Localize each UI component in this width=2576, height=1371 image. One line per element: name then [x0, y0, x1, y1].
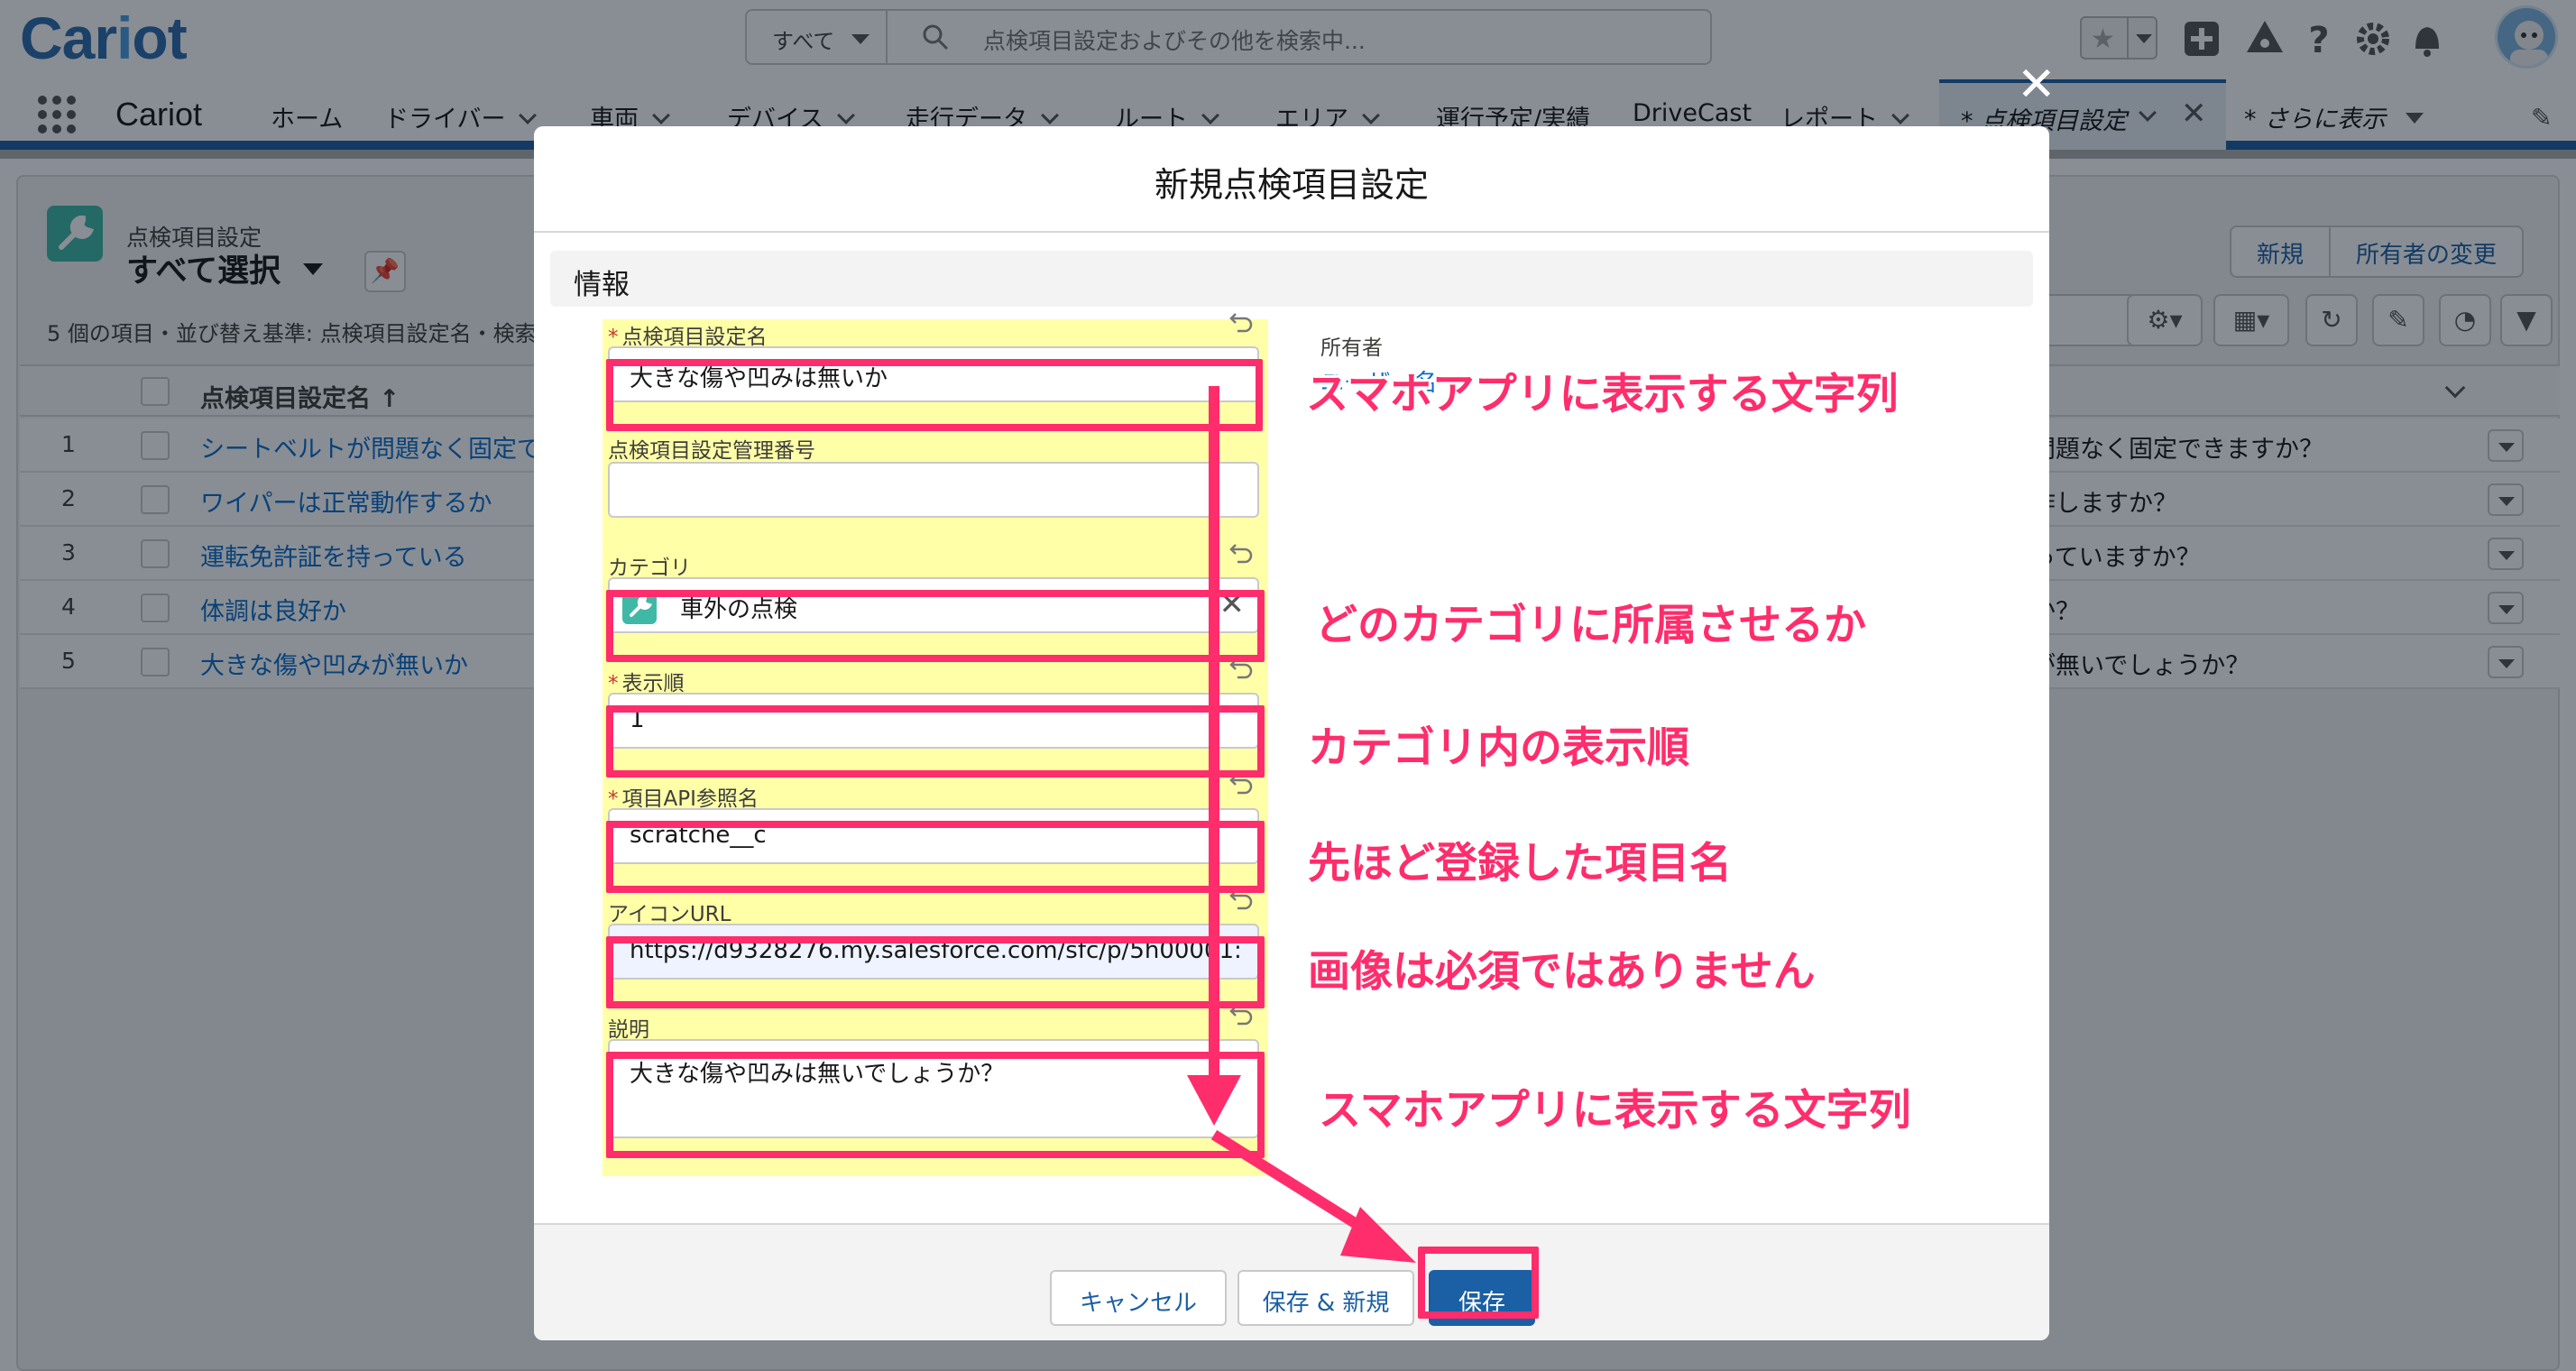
name-input[interactable]: 大きな傷や凹みは無いか	[608, 346, 1259, 402]
description-textarea[interactable]: 大きな傷や凹みは無いでしょうか？	[608, 1039, 1259, 1138]
close-modal-icon[interactable]: ✕	[2017, 61, 2056, 108]
annotation-name: スマホアプリに表示する文字列	[1306, 370, 1899, 419]
modal-title: 新規点検項目設定	[1154, 165, 1429, 205]
category-lookup[interactable]: 車外の点検 ✕	[608, 577, 1259, 633]
cancel-button[interactable]: キャンセル	[1050, 1270, 1227, 1326]
annotation-api-name: 先ほど登録した項目名	[1308, 839, 1732, 888]
annotation-order: カテゴリ内の表示順	[1308, 723, 1689, 773]
highlighted-field-column: * 点検項目設定名 大きな傷や凹みは無いか 点検項目設定管理番号 カテゴリ 車外の…	[603, 313, 1268, 1176]
save-button[interactable]: 保存	[1429, 1270, 1535, 1326]
order-input[interactable]: 1	[608, 693, 1259, 749]
field-label-order: * 表示順	[608, 666, 685, 696]
field-label-name: * 点検項目設定名	[608, 319, 768, 350]
category-value: 車外の点検	[680, 596, 798, 623]
section-title: 情報	[574, 269, 630, 301]
mgmt-no-input[interactable]	[608, 462, 1259, 518]
field-label-mgmt-no: 点検項目設定管理番号	[608, 439, 815, 463]
field-label-description: 説明	[608, 1018, 649, 1042]
save-and-new-button[interactable]: 保存 & 新規	[1237, 1270, 1414, 1326]
api-name-input[interactable]: scratche__c	[608, 808, 1259, 864]
annotation-description: スマホアプリに表示する文字列	[1319, 1086, 1911, 1136]
modal-footer: キャンセル 保存 & 新規 保存	[534, 1223, 2049, 1340]
undo-icon[interactable]	[1228, 772, 1256, 796]
annotation-category: どのカテゴリに所属させるか	[1315, 601, 1866, 650]
field-label-icon-url: アイコンURL	[608, 903, 731, 926]
wrench-icon	[622, 590, 657, 624]
undo-icon[interactable]	[1228, 888, 1256, 911]
clear-selection-icon[interactable]: ✕	[1219, 586, 1246, 622]
undo-icon[interactable]	[1228, 310, 1256, 334]
annotation-icon-url: 画像は必須ではありません	[1308, 947, 1816, 997]
field-label-api-name: * 項目API参照名	[608, 781, 759, 812]
icon-url-input[interactable]: https://d9328276.my.salesforce.com/sfc/p…	[608, 924, 1259, 980]
undo-icon[interactable]	[1228, 1003, 1256, 1026]
undo-icon[interactable]	[1228, 541, 1256, 565]
section-header[interactable]: 情報	[550, 251, 2033, 307]
undo-icon[interactable]	[1228, 657, 1256, 680]
modal-header: 新規点検項目設定	[534, 126, 2049, 233]
field-label-category: カテゴリ	[608, 557, 691, 580]
field-label-owner: 所有者	[1320, 336, 1383, 360]
new-record-modal: 新規点検項目設定 情報 * 点検項目設定名 大きな傷や凹みは無いか 点検項目設定管…	[534, 126, 2049, 1340]
